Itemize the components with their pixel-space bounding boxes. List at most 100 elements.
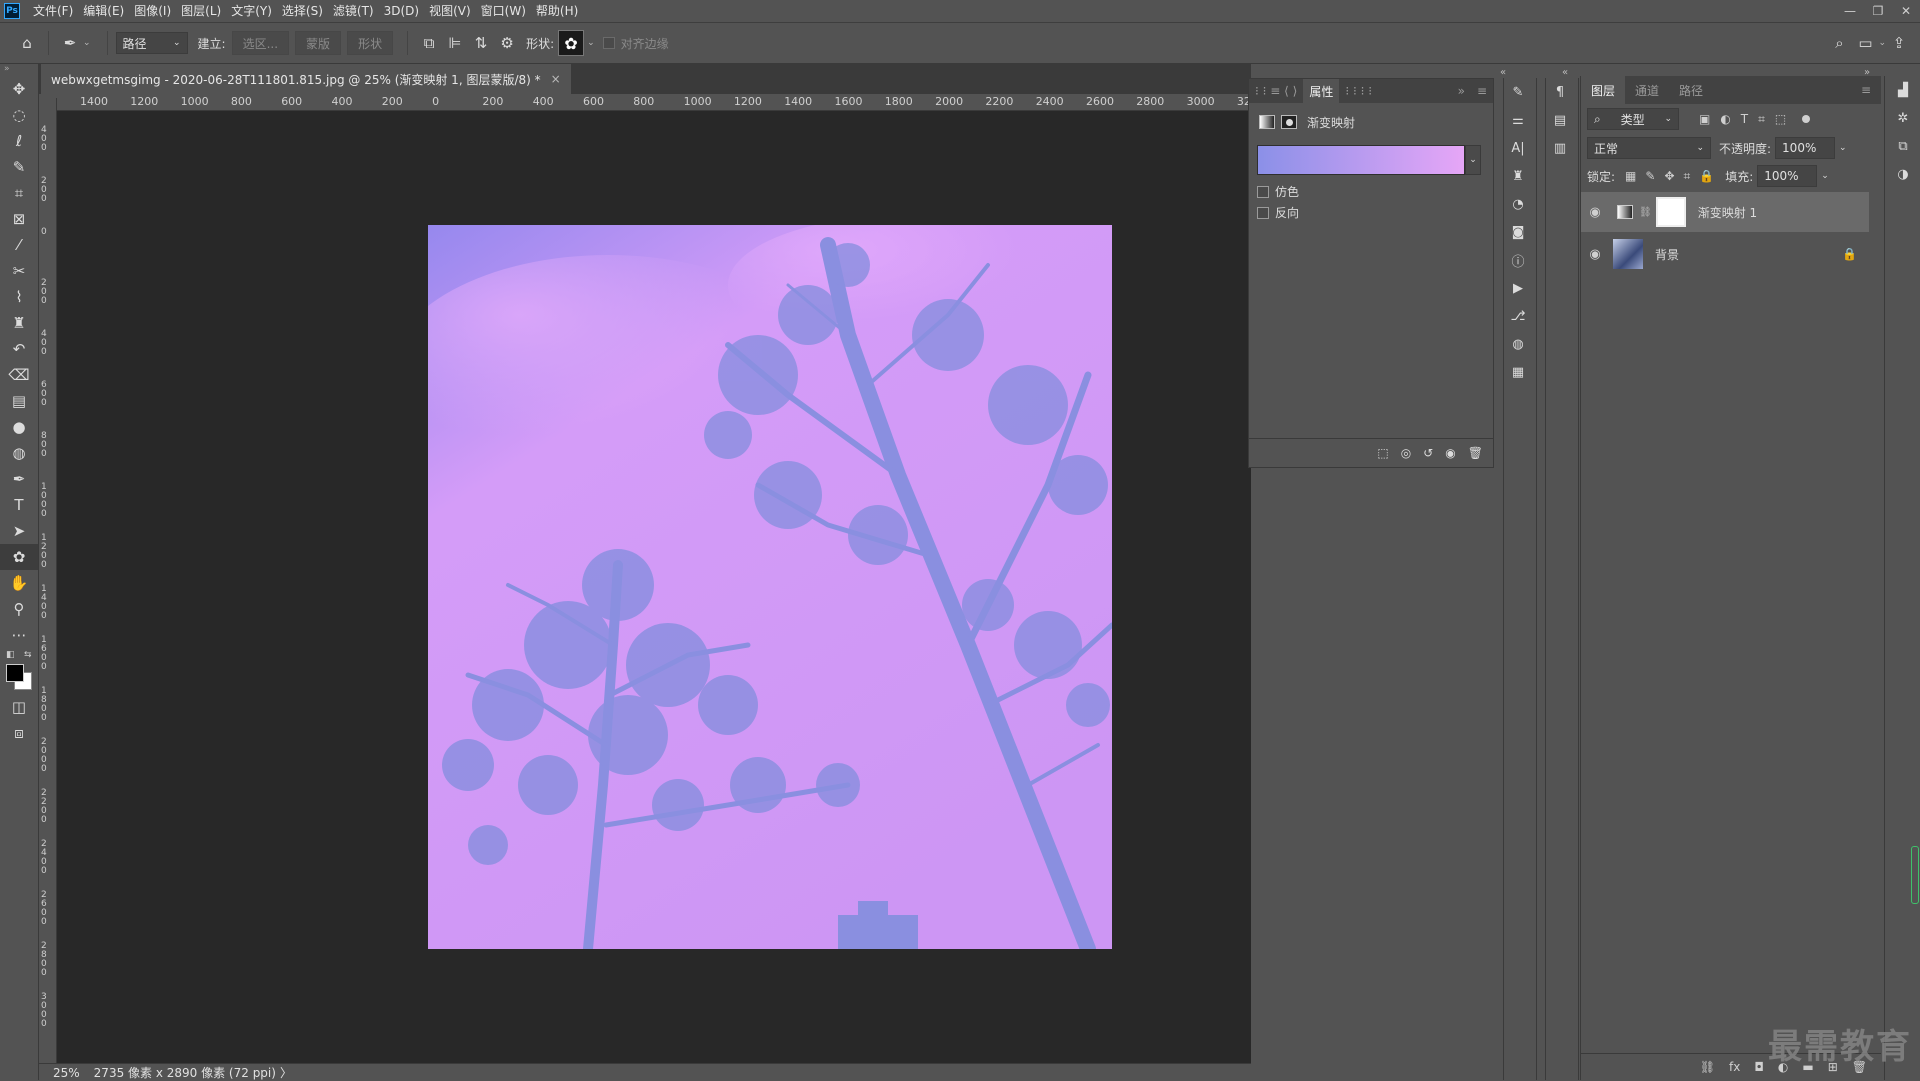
libraries-icon[interactable]: ▤ (1546, 106, 1574, 134)
chevron-down-icon[interactable]: ⌄ (1839, 143, 1847, 153)
adjustments-icon[interactable]: ◙ (1504, 218, 1532, 246)
default-colors-icon[interactable]: ◧ (6, 650, 15, 660)
visibility-eye-icon[interactable]: ◉ (1445, 446, 1455, 460)
swap-colors-icon[interactable]: ⇆ (24, 650, 32, 660)
quick-mask-icon[interactable]: ◫ (0, 694, 38, 720)
path-selection-tool-icon[interactable]: ➤ (0, 518, 38, 544)
fill-field[interactable]: 100% (1757, 165, 1818, 187)
chevron-down-icon[interactable]: ⌄ (1465, 145, 1481, 175)
layer-mask-thumbnail[interactable] (1655, 197, 1686, 227)
info-icon[interactable]: ⓘ (1504, 246, 1532, 274)
layer-row-gradient-map[interactable]: ◉ ⛓ 渐变映射 1 (1581, 192, 1869, 232)
panel-menu-icon[interactable]: ≡ (1851, 76, 1881, 104)
panel-expand-icon[interactable]: » (1452, 84, 1471, 98)
chevron-down-icon[interactable]: ⌄ (1878, 38, 1886, 48)
eyedropper-tool-icon[interactable]: ⁄ (0, 232, 38, 258)
restore-icon[interactable]: ❐ (1864, 0, 1892, 22)
mode-dropdown[interactable]: 路径 ⌄ (115, 32, 188, 54)
layer-thumbnail[interactable] (1613, 239, 1643, 269)
zoom-tool-icon[interactable]: ⚲ (0, 596, 38, 622)
lock-options-icons[interactable]: ▦✎✥⌗🔒 (1625, 169, 1723, 184)
layer-filter-icons[interactable]: ▣◐T⌗⬚ (1699, 112, 1796, 127)
layer-name[interactable]: 渐变映射 1 (1698, 204, 1757, 221)
reset-icon[interactable]: ↺ (1423, 446, 1433, 460)
type-tool-icon[interactable]: T (0, 492, 38, 518)
mask-icon[interactable] (1281, 115, 1297, 129)
menu-edit[interactable]: 编辑(E) (78, 0, 129, 22)
zoom-level[interactable]: 25% (53, 1066, 80, 1080)
gradient-preview-bar[interactable] (1257, 145, 1465, 175)
artwork-image[interactable] (428, 225, 1112, 949)
crop-tool-icon[interactable]: ⌗ (0, 180, 38, 206)
clone-source-icon[interactable]: ♜ (1504, 162, 1532, 190)
menu-type[interactable]: 文字(Y) (226, 0, 277, 22)
clone-stamp-tool-icon[interactable]: ♜ (0, 310, 38, 336)
shape-picker-flower-icon[interactable]: ✿ (558, 30, 585, 56)
collapsed-tabs-icon[interactable]: ⁝ ⁝ ≡ ⟨ ⟩ (1249, 84, 1303, 98)
menu-select[interactable]: 选择(S) (277, 0, 328, 22)
screen-mode-icon[interactable]: ⧈ (0, 720, 38, 746)
healing-brush-tool-icon[interactable]: ✂ (0, 258, 38, 284)
menu-help[interactable]: 帮助(H) (531, 0, 583, 22)
opacity-field[interactable]: 100% (1775, 137, 1836, 159)
brush-tool-icon[interactable]: ⌇ (0, 284, 38, 310)
eraser-tool-icon[interactable]: ⌫ (0, 362, 38, 388)
pen-tool-icon[interactable]: ✒ (0, 466, 38, 492)
tab-paths[interactable]: 路径 (1669, 76, 1713, 104)
shapes-icon[interactable]: ◔ (1504, 190, 1532, 218)
menu-filter[interactable]: 滤镜(T) (328, 0, 379, 22)
make-mask-button[interactable]: 蒙版 (295, 31, 342, 55)
tab-channels[interactable]: 通道 (1625, 76, 1669, 104)
quick-selection-tool-icon[interactable]: ✎ (0, 154, 38, 180)
path-arrangement-icon[interactable]: ⇅ (468, 30, 494, 56)
menu-window[interactable]: 窗口(W) (476, 0, 531, 22)
gear-icon[interactable]: ⚙ (494, 30, 520, 56)
table-icon[interactable]: ▦ (1504, 358, 1532, 386)
lasso-tool-icon[interactable]: ℓ (0, 128, 38, 154)
panel-menu-icon[interactable]: ≡ (1471, 84, 1493, 98)
close-tab-icon[interactable]: × (551, 72, 561, 86)
visibility-eye-icon[interactable]: ◉ (1581, 205, 1609, 220)
paragraph-icon[interactable]: ¶ (1546, 78, 1574, 106)
document-tab[interactable]: webwxgetmsgimg - 2020-06-28T111801.815.j… (41, 64, 571, 94)
dodge-tool-icon[interactable]: ◍ (0, 440, 38, 466)
dither-checkbox[interactable] (1257, 185, 1269, 198)
brush-settings-icon[interactable]: ✎ (1504, 78, 1532, 106)
close-icon[interactable]: ✕ (1892, 0, 1920, 22)
filter-toggle-icon[interactable] (1802, 115, 1811, 123)
status-menu-arrow[interactable]: 〉 (280, 1064, 292, 1081)
blur-tool-icon[interactable]: ● (0, 414, 38, 440)
more-tools-icon[interactable]: ⋯ (0, 622, 38, 648)
custom-shape-tool-icon[interactable]: ✿ (0, 544, 38, 570)
gradient-tool-icon[interactable]: ▤ (0, 388, 38, 414)
navigator-icon[interactable]: ✲ (1889, 104, 1917, 132)
histogram-icon[interactable]: ▟ (1889, 76, 1917, 104)
share-icon[interactable]: ⇪ (1886, 30, 1912, 56)
history-brush-tool-icon[interactable]: ↶ (0, 336, 38, 362)
vertical-ruler[interactable]: 400 200 0 200 400 600 800 1000 1200 1400 1600 1800 2… (39, 98, 57, 1068)
trash-icon[interactable]: 🗑 (1468, 446, 1483, 460)
hand-tool-icon[interactable]: ✋ (0, 570, 38, 596)
align-edges-checkbox[interactable] (602, 37, 615, 49)
make-selection-button[interactable]: 选区... (231, 31, 290, 55)
foreground-color-swatch[interactable] (6, 664, 24, 682)
tab-layers[interactable]: 图层 (1581, 76, 1626, 104)
filter-kind-dropdown[interactable]: ⌕ 类型 ⌄ (1587, 108, 1679, 130)
marquee-tool-icon[interactable]: ◌ (0, 102, 38, 128)
blend-mode-dropdown[interactable]: 正常 ⌄ (1587, 137, 1711, 159)
clip-to-layer-icon[interactable]: ⬚ (1377, 446, 1388, 460)
collapse-icon[interactable]: » (0, 64, 38, 76)
link-layers-icon[interactable]: ⛓ (1700, 1060, 1715, 1074)
minimize-icon[interactable]: — (1836, 0, 1864, 22)
glyphs-icon[interactable]: ⎇ (1504, 302, 1532, 330)
fx-icon[interactable]: fx (1729, 1060, 1740, 1074)
menu-3d[interactable]: 3D(D) (379, 0, 424, 22)
chain-link-icon[interactable]: ⛓ (1639, 207, 1652, 218)
pen-tool-preset-icon[interactable]: ✒ (57, 30, 83, 56)
path-operations-icon[interactable]: ⧉ (416, 30, 442, 56)
collapse-icon[interactable]: « (1562, 64, 1582, 78)
menu-file[interactable]: 文件(F) (28, 0, 78, 22)
workspace-icon[interactable]: ▭ (1852, 30, 1878, 56)
visibility-eye-icon[interactable]: ◉ (1581, 247, 1609, 262)
frame-tool-icon[interactable]: ⊠ (0, 206, 38, 232)
